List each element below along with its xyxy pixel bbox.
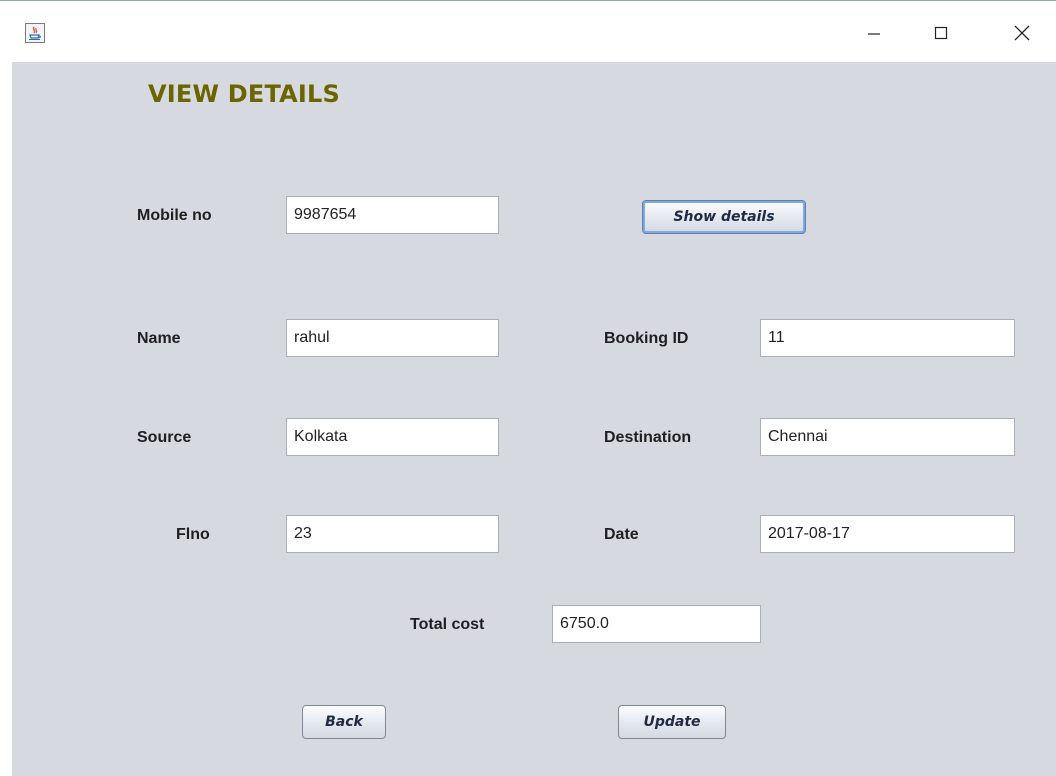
mobile-label: Mobile no [137,207,212,224]
page-title: VIEW DETAILS [148,80,341,108]
destination-label: Destination [604,429,692,446]
total-cost-field[interactable]: 6750.0 [552,605,761,643]
minimize-button[interactable] [857,18,891,48]
back-button[interactable]: Back [302,705,386,739]
maximize-icon [934,26,948,40]
total-cost-label: Total cost [410,616,485,633]
booking-id-label: Booking ID [604,330,689,347]
date-label: Date [604,526,639,543]
close-icon [1014,25,1030,41]
name-label: Name [137,330,181,347]
date-field[interactable]: 2017-08-17 [760,515,1015,553]
close-button[interactable] [1005,18,1039,48]
source-field[interactable]: Kolkata [286,418,499,456]
minimize-icon [868,33,880,35]
destination-field[interactable]: Chennai [760,418,1015,456]
application-window: VIEW DETAILS Mobile no 9987654 Show deta… [0,0,1056,776]
update-button[interactable]: Update [618,705,726,739]
name-field[interactable]: rahul [286,319,499,357]
mobile-field[interactable]: 9987654 [286,196,499,234]
form-panel: VIEW DETAILS Mobile no 9987654 Show deta… [12,62,1056,776]
flno-label: Flno [176,526,210,543]
source-label: Source [137,429,192,446]
title-bar [0,0,1056,62]
java-app-icon[interactable] [25,23,45,43]
flno-field[interactable]: 23 [286,515,499,553]
show-details-button[interactable]: Show details [642,200,806,234]
maximize-button[interactable] [924,18,958,48]
booking-id-field[interactable]: 11 [760,319,1015,357]
